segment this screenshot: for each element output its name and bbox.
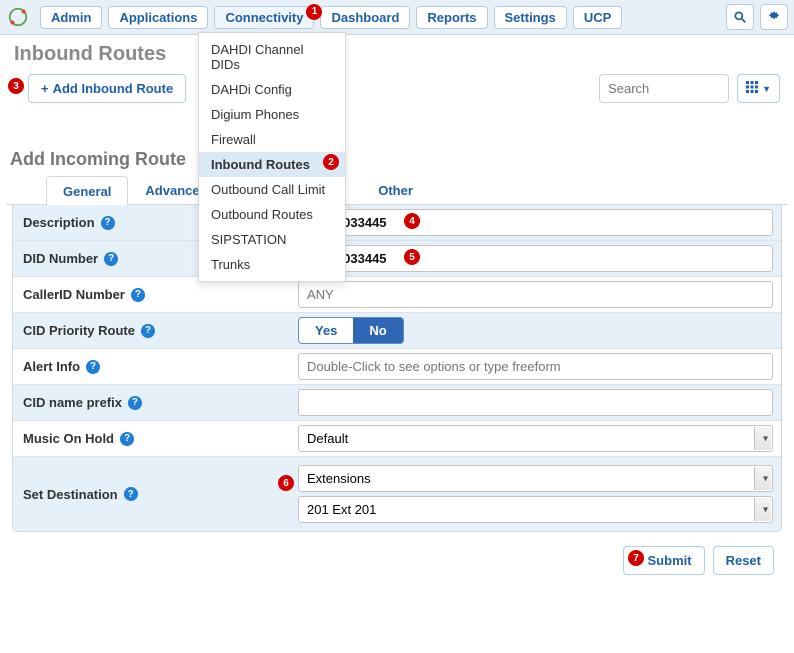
- dropdown-item-trunks[interactable]: Trunks: [199, 252, 345, 277]
- cid-priority-yes[interactable]: Yes: [299, 318, 353, 343]
- callerid-label: CallerID Number: [23, 287, 125, 302]
- set-destination-label: Set Destination: [23, 487, 118, 502]
- section-title: Add Incoming Route: [6, 149, 788, 176]
- dropdown-item-inbound-routes[interactable]: Inbound Routes 2: [199, 152, 345, 177]
- nav-admin[interactable]: Admin: [40, 6, 102, 29]
- dropdown-item-outbound-call-limit[interactable]: Outbound Call Limit: [199, 177, 345, 202]
- did-input[interactable]: [298, 245, 773, 272]
- help-icon[interactable]: ?: [104, 252, 118, 266]
- moh-select[interactable]: [298, 425, 773, 452]
- dropdown-item-dahdi-dids[interactable]: DAHDI Channel DIDs: [199, 37, 345, 77]
- nav-dashboard[interactable]: Dashboard: [320, 6, 410, 29]
- nav-reports[interactable]: Reports: [416, 6, 487, 29]
- destination-category-select[interactable]: [298, 465, 773, 492]
- view-toggle-button[interactable]: ▼: [737, 74, 780, 103]
- tab-general[interactable]: General: [46, 176, 128, 205]
- page-title: Inbound Routes: [14, 43, 166, 66]
- cid-prefix-input[interactable]: [298, 389, 773, 416]
- cid-priority-toggle: Yes No: [298, 317, 404, 344]
- description-input[interactable]: [298, 209, 773, 236]
- alert-info-label: Alert Info: [23, 359, 80, 374]
- nav-connectivity[interactable]: Connectivity: [214, 6, 314, 29]
- help-icon[interactable]: ?: [124, 487, 138, 501]
- help-icon[interactable]: ?: [131, 288, 145, 302]
- dropdown-item-sipstation[interactable]: SIPSTATION: [199, 227, 345, 252]
- callerid-input[interactable]: [298, 281, 773, 308]
- annotation-badge-3: 3: [8, 78, 24, 94]
- alert-info-input[interactable]: [298, 353, 773, 380]
- settings-icon[interactable]: [760, 4, 788, 30]
- destination-target-select[interactable]: [298, 496, 773, 523]
- help-icon[interactable]: ?: [128, 396, 142, 410]
- tab-other[interactable]: Other: [361, 176, 430, 204]
- submit-label: Submit: [648, 553, 692, 568]
- cid-priority-no[interactable]: No: [353, 318, 402, 343]
- cid-priority-label: CID Priority Route: [23, 323, 135, 338]
- help-icon[interactable]: ?: [120, 432, 134, 446]
- annotation-badge-2: 2: [323, 154, 339, 170]
- caret-down-icon: ▼: [762, 84, 771, 94]
- help-icon[interactable]: ?: [101, 216, 115, 230]
- app-logo-icon: [6, 5, 30, 29]
- annotation-badge-7: 7: [628, 550, 644, 566]
- dropdown-item-firewall[interactable]: Firewall: [199, 127, 345, 152]
- top-navbar: Admin Applications Connectivity 1 Dashbo…: [0, 0, 794, 35]
- search-icon[interactable]: [726, 4, 754, 30]
- dropdown-item-dahdi-config[interactable]: DAHDi Config: [199, 77, 345, 102]
- help-icon[interactable]: ?: [86, 360, 100, 374]
- nav-applications[interactable]: Applications: [108, 6, 208, 29]
- annotation-badge-4: 4: [404, 213, 420, 229]
- connectivity-dropdown: DAHDI Channel DIDs DAHDi Config Digium P…: [198, 32, 346, 282]
- dropdown-item-digium[interactable]: Digium Phones: [199, 102, 345, 127]
- did-label: DID Number: [23, 251, 98, 266]
- reset-button[interactable]: Reset: [713, 546, 774, 575]
- cid-prefix-label: CID name prefix: [23, 395, 122, 410]
- description-label: Description: [23, 215, 95, 230]
- annotation-badge-1: 1: [306, 4, 322, 20]
- plus-icon: +: [41, 81, 49, 96]
- annotation-badge-6: 6: [278, 475, 294, 491]
- nav-ucp[interactable]: UCP: [573, 6, 622, 29]
- moh-label: Music On Hold: [23, 431, 114, 446]
- search-input[interactable]: [599, 74, 729, 103]
- add-inbound-route-button[interactable]: + Add Inbound Route: [28, 74, 186, 103]
- add-inbound-route-label: Add Inbound Route: [53, 81, 174, 96]
- dropdown-item-outbound-routes[interactable]: Outbound Routes: [199, 202, 345, 227]
- grid-icon: [746, 81, 758, 96]
- nav-settings[interactable]: Settings: [494, 6, 567, 29]
- dropdown-item-label: Inbound Routes: [211, 157, 310, 172]
- tabbar: General Advanced Privacy Fax Other: [6, 176, 788, 205]
- annotation-badge-5: 5: [404, 249, 420, 265]
- form: Description ? 4 DID Number ? 5 CallerID …: [12, 205, 782, 532]
- help-icon[interactable]: ?: [141, 324, 155, 338]
